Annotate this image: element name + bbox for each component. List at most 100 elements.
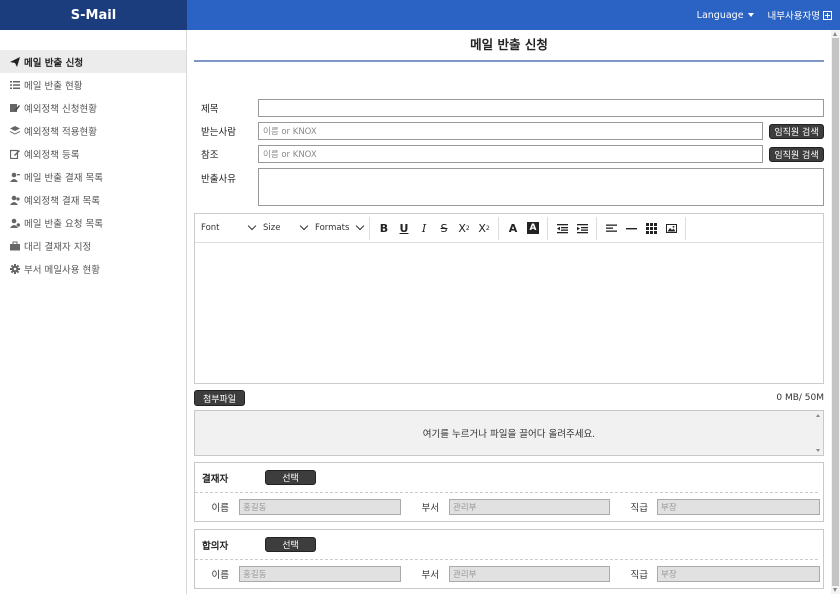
- table-icon[interactable]: [641, 218, 661, 238]
- consenter-label: 합의자: [202, 540, 229, 552]
- language-label: Language: [696, 9, 744, 21]
- subscript-icon[interactable]: X2: [454, 218, 474, 238]
- consenter-rank-label: 직급: [630, 570, 648, 581]
- sidebar-item-mail-export-request[interactable]: 메일 반출 신청: [0, 50, 186, 73]
- subject-row: 제목: [194, 99, 824, 117]
- sidebar-item-label: 부서 메일사용 현황: [24, 264, 100, 276]
- sidebar-item-proxy-approver[interactable]: 대리 결재자 지정: [0, 234, 186, 257]
- approver-rank-input[interactable]: 부장: [657, 499, 820, 515]
- gear-icon: [9, 263, 20, 274]
- reason-textarea[interactable]: [258, 168, 824, 206]
- subject-input[interactable]: [258, 99, 824, 117]
- sidebar-item-label: 대리 결재자 지정: [24, 241, 92, 253]
- approver-fields: 이름 홍길동 부서 관리부 직급 부장: [195, 493, 823, 521]
- consenter-fields: 이름 홍길동 부서 관리부 직급 부장: [195, 560, 823, 588]
- file-dropzone[interactable]: 여기를 누르거나 파일을 끌어다 올려주세요.: [194, 410, 824, 456]
- consenter-header: 합의자 선택: [195, 530, 818, 560]
- language-dropdown[interactable]: Language: [697, 10, 754, 21]
- consenter-dept-input[interactable]: 관리부: [449, 566, 610, 582]
- indent-icon[interactable]: [572, 218, 592, 238]
- horizontal-rule-icon[interactable]: [621, 218, 641, 238]
- cc-employee-search-button[interactable]: 임직원 검색: [769, 146, 824, 162]
- superscript-icon[interactable]: X2: [474, 218, 494, 238]
- sidebar-item-label: 메일 반출 현황: [24, 80, 83, 92]
- image-icon[interactable]: [661, 218, 681, 238]
- consenter-name-input[interactable]: 홍길동: [239, 566, 401, 582]
- text-style-group: B U I S X2 X2: [370, 216, 499, 240]
- main-content: 메일 반출 신청 제목 받는사람 이름 or KNOX 임직원 검색 참조 이름…: [194, 30, 824, 594]
- consenter-rank-input[interactable]: 부장: [657, 566, 820, 582]
- sidebar-item-label: 예외정책 등록: [24, 149, 80, 161]
- approver-label: 결재자: [202, 473, 229, 485]
- sidebar: 메일 반출 신청 메일 반출 현황 예외정책 신청현황 예외정책 적용현황 예외…: [0, 30, 187, 594]
- dropzone-text: 여기를 누르거나 파일을 끌어다 올려주세요.: [422, 429, 596, 440]
- consenter-select-button[interactable]: 선택: [265, 537, 316, 552]
- insert-group: [597, 216, 686, 240]
- sidebar-item-mail-export-request-list[interactable]: 메일 반출 요청 목록: [0, 211, 186, 234]
- chevron-down-icon: [299, 221, 309, 231]
- scroll-down-icon: [833, 588, 837, 592]
- user-check-icon: [9, 172, 20, 182]
- to-label: 받는사람: [201, 127, 236, 138]
- to-employee-search-button[interactable]: 임직원 검색: [769, 123, 824, 139]
- page-title: 메일 반출 신청: [194, 30, 824, 62]
- sidebar-item-dept-mail-usage[interactable]: 부서 메일사용 현황: [0, 257, 186, 280]
- sidebar-item-label: 예외정책 결재 목록: [24, 195, 100, 207]
- formats-select[interactable]: Formats: [311, 221, 367, 233]
- sidebar-item-label: 메일 반출 요청 목록: [24, 218, 103, 230]
- scroll-down-icon: [816, 449, 820, 452]
- sidebar-item-mail-export-status[interactable]: 메일 반출 현황: [0, 73, 186, 96]
- approver-rank-label: 직급: [630, 503, 648, 514]
- paper-plane-icon: [9, 56, 20, 67]
- approver-panel: 결재자 선택 이름 홍길동 부서 관리부 직급 부장: [194, 462, 824, 522]
- edit-doc-icon: [9, 103, 20, 113]
- approver-name-input[interactable]: 홍길동: [239, 499, 401, 515]
- font-select[interactable]: Font: [197, 221, 259, 233]
- top-nav: Language 내부사용자명: [187, 0, 840, 30]
- brand-logo[interactable]: S-Mail: [0, 0, 187, 30]
- chevron-down-icon: [247, 221, 257, 231]
- font-color-icon[interactable]: A: [503, 218, 523, 238]
- chevron-down-icon: [355, 221, 365, 231]
- attach-file-button[interactable]: 첨부파일: [194, 390, 245, 406]
- layers-icon: [9, 125, 20, 136]
- size-select[interactable]: Size: [259, 221, 311, 233]
- sidebar-item-exception-request-status[interactable]: 예외정책 신청현황: [0, 96, 186, 119]
- font-select-label: Font: [201, 223, 220, 233]
- sidebar-item-exception-register[interactable]: 예외정책 등록: [0, 142, 186, 165]
- approver-name-label: 이름: [211, 503, 229, 514]
- strikethrough-icon[interactable]: S: [434, 218, 454, 238]
- cc-row: 참조 이름 or KNOX 임직원 검색: [194, 145, 824, 163]
- attachment-usage: 0 MB/ 50M: [776, 393, 824, 403]
- reason-label: 반출사유: [201, 174, 236, 185]
- edit-icon: [9, 149, 20, 159]
- underline-icon[interactable]: U: [394, 218, 414, 238]
- scrollbar-thumb[interactable]: [832, 38, 839, 586]
- to-input[interactable]: 이름 or KNOX: [258, 122, 763, 140]
- sidebar-item-exception-approval-list[interactable]: 예외정책 결재 목록: [0, 188, 186, 211]
- bold-icon[interactable]: B: [374, 218, 394, 238]
- cc-label: 참조: [201, 150, 219, 161]
- sidebar-item-exception-applied-status[interactable]: 예외정책 적용현황: [0, 119, 186, 142]
- align-left-icon[interactable]: [601, 218, 621, 238]
- consenter-panel: 합의자 선택 이름 홍길동 부서 관리부 직급 부장: [194, 529, 824, 589]
- rich-text-editor: Font Size Formats B U I S X2 X2 A A: [194, 213, 824, 384]
- formats-select-label: Formats: [315, 223, 350, 233]
- italic-icon[interactable]: I: [414, 218, 434, 238]
- approver-dept-input[interactable]: 관리부: [449, 499, 610, 515]
- editor-content-area[interactable]: [195, 243, 823, 383]
- sidebar-item-mail-export-approval-list[interactable]: 메일 반출 결재 목록: [0, 165, 186, 188]
- cc-input[interactable]: 이름 or KNOX: [258, 145, 763, 163]
- select-group: Font Size Formats: [195, 216, 370, 240]
- background-color-icon[interactable]: A: [523, 218, 543, 238]
- scroll-up-icon: [833, 32, 837, 36]
- consenter-dept-label: 부서: [421, 570, 439, 581]
- dropzone-scrollbar[interactable]: [816, 414, 820, 452]
- color-group: A A: [499, 216, 548, 240]
- approver-header: 결재자 선택: [195, 463, 818, 493]
- approver-select-button[interactable]: 선택: [265, 470, 316, 485]
- user-gear-icon: [9, 218, 20, 228]
- outdent-icon[interactable]: [552, 218, 572, 238]
- page-scrollbar[interactable]: [831, 30, 840, 594]
- user-menu[interactable]: 내부사용자명: [768, 8, 832, 22]
